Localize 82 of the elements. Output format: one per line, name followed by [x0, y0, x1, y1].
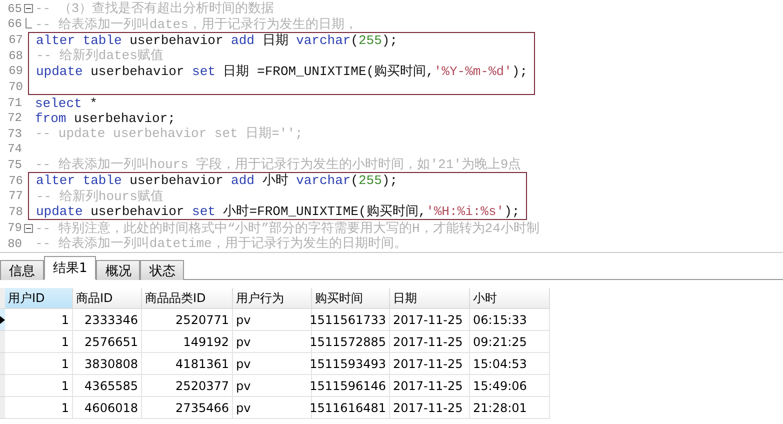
table-cell: 1511572885 [312, 331, 390, 353]
line-number: 70 [8, 80, 23, 94]
line-number: 68 [8, 48, 23, 63]
code-line: from userbehavior; [35, 110, 176, 126]
table-cell: 2520377 [142, 375, 233, 397]
table-cell: 1511616481 [312, 397, 390, 419]
code-editor[interactable] [0, 0, 783, 253]
line-number: 77 [8, 189, 23, 204]
table-cell: 15:04:53 [470, 353, 550, 375]
line-number: 74 [6, 142, 22, 156]
code-line: -- （3）查找是否有超出分析时间的数据 [35, 1, 274, 16]
table-cell: 06:15:33 [470, 309, 550, 331]
collapse-icon[interactable] [24, 4, 33, 14]
table-cell: 2017-11-25 [390, 331, 470, 353]
table-cell: 1 [5, 375, 73, 397]
table-cell: 21:28:01 [470, 397, 550, 419]
column-header[interactable]: 用户行为 [233, 288, 312, 309]
table-cell: 1511561733 [312, 309, 390, 331]
table-cell: 1 [5, 309, 73, 331]
tab[interactable]: 状态 [140, 260, 184, 280]
column-header[interactable]: 商品品类ID [142, 288, 233, 309]
code-line: update userbehavior set 小时=FROM_UNIXTIME(购买时间,'%H:%i:%s'); [36, 204, 520, 220]
table-cell: 1 [5, 353, 73, 375]
table-cell: 2333346 [73, 309, 142, 331]
table-cell: pv [233, 397, 312, 419]
table-cell: 149192 [142, 331, 233, 353]
line-number: 73 [6, 126, 22, 141]
table-cell: 2735466 [142, 397, 233, 419]
code-line: -- 给表添加一列叫hours 字段，用于记录行为发生的小时时间，如'21'为晚上9点 [35, 157, 522, 172]
code-line: -- 特别注意，此处的时间格式中“小时”部分的字符需要用大写的H，才能转为24小时制 [35, 220, 540, 236]
table-cell: 4365585 [73, 375, 142, 397]
code-line: alter table userbehavior add 日期 varchar(255); [36, 32, 398, 48]
code-line: select * [35, 96, 98, 111]
tab[interactable]: 概况 [96, 260, 140, 280]
table-cell: 09:21:25 [470, 331, 550, 353]
code-line: update userbehavior set 日期 =FROM_UNIXTIME(购买时间,'%Y-%m-%d'); [36, 64, 528, 79]
table-cell: 1 [5, 331, 73, 353]
table-cell: 2576651 [73, 331, 142, 353]
line-number: 67 [8, 33, 23, 48]
table-cell: 1511596146 [312, 375, 390, 397]
line-number: 79 [6, 221, 22, 236]
code-line: alter table userbehavior add 小时 varchar(255); [36, 173, 398, 188]
line-number: 78 [8, 204, 23, 219]
line-number: 71 [6, 96, 22, 110]
table-cell: 2017-11-25 [390, 309, 470, 331]
header-corner [0, 288, 5, 309]
table-cell: 2520771 [142, 309, 233, 331]
collapse-icon[interactable] [24, 224, 33, 233]
line-number: 66 [6, 17, 22, 32]
table-cell: 2017-11-25 [390, 397, 470, 419]
line-number: 76 [8, 174, 23, 188]
line-number: 72 [6, 111, 22, 126]
table-cell: pv [233, 309, 312, 331]
table-cell: 15:49:06 [470, 375, 550, 397]
column-header[interactable]: 小时 [470, 288, 550, 309]
row-indicator[interactable] [0, 309, 5, 331]
tab[interactable]: 信息 [0, 260, 44, 280]
line-number: 65 [6, 2, 22, 16]
table-cell: 1511593493 [312, 353, 390, 375]
line-number: 80 [6, 236, 22, 251]
table-cell: 2017-11-25 [390, 375, 470, 397]
tab[interactable]: 结果1 [44, 256, 96, 280]
table-cell: 4181361 [142, 353, 233, 375]
line-number: 69 [8, 64, 23, 78]
table-cell: 3830808 [73, 353, 142, 375]
table-cell: 2017-11-25 [390, 353, 470, 375]
column-header[interactable]: 用户ID [5, 288, 73, 309]
code-line: -- 给表添加一列叫datetime，用于记录行为发生的日期时间。 [35, 236, 407, 252]
line-number: 75 [6, 158, 22, 172]
table-cell: 4606018 [73, 397, 142, 419]
code-line: -- update userbehavior set 日期=''; [35, 126, 303, 142]
table-cell: pv [233, 375, 312, 397]
column-header[interactable]: 商品ID [73, 288, 142, 309]
column-header[interactable]: 日期 [390, 288, 470, 309]
column-header[interactable]: 购买时间 [312, 288, 390, 309]
table-cell: pv [233, 353, 312, 375]
table-cell: 1 [5, 397, 73, 419]
code-line: -- 给表添加一列叫dates，用于记录行为发生的日期， [35, 16, 358, 32]
current-row-icon [0, 316, 5, 324]
code-line: -- 给新列hours赋值 [36, 188, 164, 204]
table-cell: pv [233, 331, 312, 353]
code-line: -- 给新列dates赋值 [36, 48, 164, 64]
